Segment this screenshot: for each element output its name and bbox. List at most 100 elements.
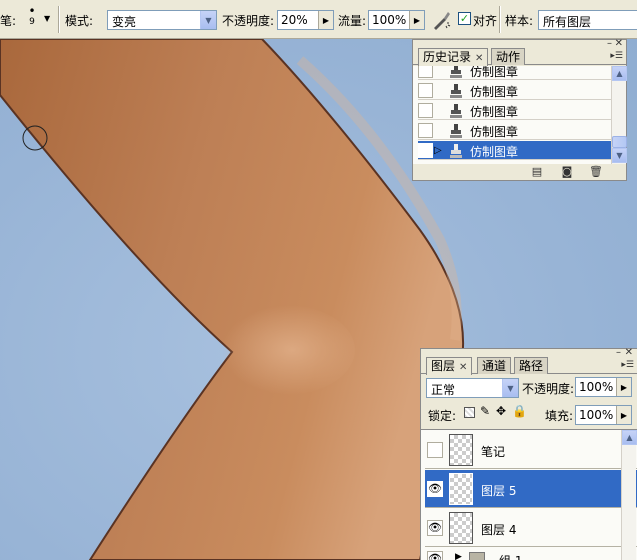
flyout-arrow-icon[interactable]: ▶ (409, 11, 424, 29)
lock-all-icon[interactable]: 🔒 (512, 404, 527, 418)
history-item-label: 仿制图章 (470, 105, 519, 119)
history-list: 仿制图章 仿制图章 仿制图章 仿制图章 ▷ 仿制图章 (413, 66, 626, 164)
flyout-arrow-icon[interactable]: ▶ (318, 11, 333, 29)
clone-stamp-icon (450, 84, 462, 98)
mode-value: 变亮 (112, 15, 137, 29)
sample-select[interactable]: 所有图层 (538, 10, 637, 30)
clone-stamp-icon (450, 104, 462, 118)
mode-label: 模式: (65, 14, 94, 28)
snapshot-source-checkbox[interactable] (418, 123, 433, 138)
blend-mode-select[interactable]: 正常 ▼ (426, 378, 519, 398)
flyout-arrow-icon[interactable]: ▶ (616, 378, 631, 396)
panel-menu-icon[interactable]: ▸☰ (621, 360, 634, 370)
tab-channels[interactable]: 通道 (477, 357, 512, 374)
layer-name: 组 1 (499, 552, 522, 560)
layer-thumbnail (449, 512, 473, 544)
history-footer: ▤ ◙ 🗑 (413, 164, 626, 180)
brush-dropdown-icon[interactable]: ▼ (44, 14, 50, 23)
fill-field[interactable]: 100% ▶ (575, 405, 632, 425)
layer-opacity-field[interactable]: 100% ▶ (575, 377, 632, 397)
tab-layers[interactable]: 图层 ✕ (426, 357, 473, 375)
flow-value: 100% (372, 13, 407, 27)
snapshot-icon[interactable]: ◙ (560, 166, 574, 178)
layers-list: 笔记 👁 图层 5 👁 图层 4 👁 ▶ 组 1 (421, 429, 637, 560)
clone-stamp-icon (450, 144, 462, 158)
lock-position-icon[interactable]: ✥ (496, 404, 506, 418)
tab-channels-label: 通道 (482, 359, 507, 373)
snapshot-source-checkbox[interactable] (418, 83, 433, 98)
expand-arrow-icon[interactable]: ▶ (455, 552, 462, 560)
aligned-checkbox[interactable]: ✓ (458, 12, 471, 25)
eye-icon[interactable]: 👁 (427, 520, 443, 536)
snapshot-source-checkbox[interactable] (418, 66, 433, 78)
eye-icon[interactable]: 👁 (427, 481, 443, 497)
flow-field[interactable]: 100% ▶ (368, 10, 425, 30)
panel-titlebar[interactable]: – ✕ (413, 38, 626, 49)
scroll-up-icon[interactable]: ▲ (612, 66, 627, 81)
trash-icon[interactable]: 🗑 (589, 166, 603, 178)
options-bar: 笔: • 9 ▼ 模式: 变亮 ▼ 不透明度: 20% ▶ 流量: 100% ▶… (0, 0, 637, 39)
history-item[interactable]: 仿制图章 (418, 81, 626, 100)
flyout-arrow-icon[interactable]: ▶ (616, 406, 631, 424)
brush-picker[interactable]: • 9 (22, 4, 42, 34)
clone-stamp-icon (450, 124, 462, 138)
clone-stamp-icon (450, 66, 462, 78)
lock-transparency-icon[interactable] (464, 407, 475, 418)
flow-label: 流量: (338, 14, 367, 28)
visibility-toggle[interactable] (427, 442, 443, 458)
snapshot-source-checkbox[interactable] (418, 143, 433, 158)
scroll-down-icon[interactable]: ▼ (612, 148, 627, 163)
panel-titlebar[interactable]: – ✕ (421, 347, 637, 358)
history-item[interactable]: 仿制图章 (418, 66, 626, 80)
layer-thumbnail (449, 473, 473, 505)
layer-thumbnail (449, 434, 473, 466)
snapshot-source-checkbox[interactable] (418, 103, 433, 118)
layers-scrollbar[interactable]: ▲ (621, 430, 637, 560)
layer-opacity-label: 不透明度: (522, 382, 575, 396)
layer-group-row[interactable]: 👁 ▶ 组 1 (425, 548, 637, 560)
history-tabs: 历史记录 ✕ 动作 ▸☰ (413, 48, 626, 66)
history-item-selected[interactable]: ▷ 仿制图章 (418, 141, 626, 160)
lock-pixels-icon[interactable]: ✎ (480, 404, 490, 418)
history-item[interactable]: 仿制图章 (418, 101, 626, 120)
chevron-down-icon: ▼ (200, 11, 216, 29)
brush-size: 9 (29, 17, 35, 27)
tab-paths[interactable]: 路径 (514, 357, 549, 374)
eye-icon[interactable]: 👁 (427, 551, 443, 560)
layers-tabs: 图层 ✕ 通道 路径 ▸☰ (421, 357, 637, 375)
layer-name: 图层 4 (481, 523, 517, 537)
history-scrollbar[interactable]: ▲ ▼ (611, 66, 627, 164)
tab-actions-label: 动作 (496, 50, 521, 64)
new-document-icon[interactable]: ▤ (530, 166, 544, 178)
tab-history[interactable]: 历史记录 ✕ (418, 48, 489, 66)
layer-row[interactable]: 笔记 (425, 431, 637, 469)
layer-row-selected[interactable]: 👁 图层 5 (425, 470, 637, 508)
fill-label: 填充: (545, 409, 574, 423)
opacity-field[interactable]: 20% ▶ (277, 10, 334, 30)
history-item-label: 仿制图章 (470, 66, 519, 79)
separator (499, 6, 501, 33)
layer-row[interactable]: 👁 图层 4 (425, 509, 637, 547)
close-tab-icon[interactable]: ✕ (475, 53, 483, 64)
fill-value: 100% (579, 408, 614, 422)
scroll-thumb[interactable] (612, 136, 627, 148)
layer-name: 笔记 (481, 445, 506, 459)
history-item[interactable]: 仿制图章 (418, 121, 626, 140)
tab-actions[interactable]: 动作 (491, 48, 526, 65)
brush-dot-icon: • (28, 4, 36, 18)
separator (58, 6, 60, 33)
blend-mode-value: 正常 (431, 383, 456, 397)
mode-select[interactable]: 变亮 ▼ (107, 10, 217, 30)
close-tab-icon[interactable]: ✕ (459, 362, 467, 373)
history-state-slider-icon[interactable]: ▷ (434, 145, 442, 156)
tab-paths-label: 路径 (519, 359, 544, 373)
folder-icon (469, 552, 485, 560)
brush-label: 笔: (0, 14, 17, 28)
history-item-label: 仿制图章 (470, 85, 519, 99)
lock-label: 锁定: (428, 409, 457, 423)
panel-menu-icon[interactable]: ▸☰ (610, 51, 623, 61)
sample-value: 所有图层 (543, 15, 592, 29)
layer-opacity-value: 100% (579, 380, 614, 394)
airbrush-icon[interactable] (431, 9, 453, 31)
scroll-up-icon[interactable]: ▲ (622, 430, 637, 445)
